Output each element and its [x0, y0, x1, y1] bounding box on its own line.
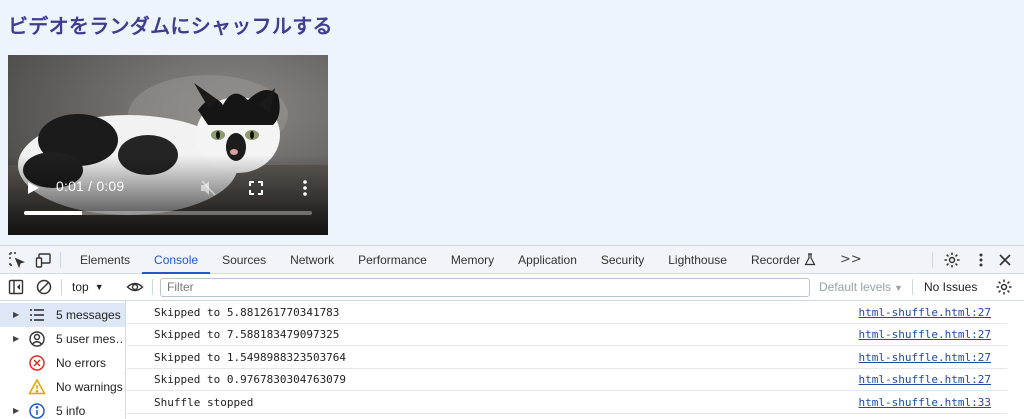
sidebar-item-label: No errors: [56, 356, 107, 370]
devtools-tabbar: Elements Console Sources Network Perform…: [0, 246, 1024, 274]
sidebar-item-label: 5 info: [56, 404, 86, 418]
inspect-element-icon[interactable]: [8, 251, 26, 269]
error-icon: [29, 355, 45, 371]
console-message-text: Skipped to 1.5498988323503764: [154, 351, 347, 364]
console-source-link[interactable]: html-shuffle.html:27: [859, 351, 991, 364]
issues-counter[interactable]: No Issues: [924, 280, 977, 294]
context-label: top: [72, 280, 89, 294]
tab-memory[interactable]: Memory: [439, 246, 506, 274]
console-message-text: Skipped to 7.588183479097325: [154, 328, 340, 341]
console-message-text: Skipped to 5.881261770341783: [154, 306, 340, 319]
video-player[interactable]: 0:01 / 0:09: [8, 55, 328, 235]
video-time: 0:01 / 0:09: [56, 178, 125, 194]
filter-input[interactable]: Filter: [160, 278, 810, 297]
console-source-link[interactable]: html-shuffle.html:27: [859, 328, 991, 341]
chevron-down-icon: ▼: [894, 283, 903, 293]
console-source-link[interactable]: html-shuffle.html:33: [859, 396, 991, 409]
sidebar-item-label: 5 user mes…: [56, 332, 124, 346]
tab-lighthouse[interactable]: Lighthouse: [656, 246, 739, 274]
context-selector[interactable]: top ▼: [72, 280, 104, 294]
sidebar-item-label: 5 messages: [56, 308, 121, 322]
warning-icon: [28, 378, 46, 395]
tab-console[interactable]: Console: [142, 246, 211, 274]
expand-arrow-icon[interactable]: ▶: [13, 334, 19, 343]
console-message: Shuffle stopped html-shuffle.html:33: [127, 391, 1007, 414]
devtools-tabs: Elements Console Sources Network Perform…: [68, 246, 828, 274]
more-tabs-button[interactable]: >>: [840, 252, 862, 267]
user-icon: [29, 331, 45, 347]
list-icon: [30, 309, 44, 321]
info-icon: [29, 403, 45, 419]
muted-icon[interactable]: [199, 179, 217, 197]
sidebar-item-messages[interactable]: ▶ 5 messages: [0, 303, 125, 327]
console-message-text: Skipped to 0.9767830304763079: [154, 373, 347, 386]
eye-icon[interactable]: [126, 278, 144, 296]
settings-gear-icon[interactable]: [943, 251, 961, 269]
play-icon[interactable]: [25, 180, 41, 196]
page-title: ビデオをランダムにシャッフルする: [8, 14, 333, 38]
tab-elements[interactable]: Elements: [68, 246, 142, 274]
sidebar-item-info[interactable]: ▶ 5 info: [0, 399, 125, 419]
close-icon[interactable]: [996, 251, 1014, 269]
video-progress-bar[interactable]: [24, 211, 312, 215]
console-toolbar: top ▼ Filter Default levels ▼ No Issues: [0, 274, 1024, 301]
log-levels-label: Default levels: [819, 280, 892, 294]
console-sidebar: ▶ 5 messages ▶ 5 user mes… No errors No …: [0, 301, 126, 419]
console-message-text: Shuffle stopped: [154, 396, 254, 409]
fullscreen-icon[interactable]: [248, 180, 264, 196]
console-message: Skipped to 0.9767830304763079 html-shuff…: [127, 368, 1007, 391]
console-source-link[interactable]: html-shuffle.html:27: [859, 306, 991, 319]
tab-recorder[interactable]: Recorder: [739, 246, 828, 274]
tab-recorder-label: Recorder: [750, 253, 801, 267]
console-settings-icon[interactable]: [995, 278, 1013, 296]
chevron-down-icon: ▼: [94, 282, 104, 292]
sidebar-toggle-icon[interactable]: [7, 278, 25, 296]
tab-performance[interactable]: Performance: [346, 246, 439, 274]
clear-console-icon[interactable]: [35, 278, 53, 296]
expand-arrow-icon[interactable]: ▶: [13, 406, 19, 415]
device-toolbar-icon[interactable]: [35, 251, 53, 269]
sidebar-item-user-messages[interactable]: ▶ 5 user mes…: [0, 327, 125, 351]
tab-sources[interactable]: Sources: [210, 246, 278, 274]
tab-network[interactable]: Network: [278, 246, 346, 274]
video-progress-fill: [24, 211, 82, 215]
tab-application[interactable]: Application: [506, 246, 589, 274]
expand-arrow-icon[interactable]: ▶: [13, 310, 19, 319]
sidebar-item-warnings[interactable]: No warnings: [0, 375, 125, 399]
console-log-area: Skipped to 5.881261770341783 html-shuffl…: [127, 301, 1024, 419]
sidebar-item-label: No warnings: [56, 380, 123, 394]
console-message: Skipped to 5.881261770341783 html-shuffl…: [127, 301, 1007, 324]
console-message: Skipped to 7.588183479097325 html-shuffl…: [127, 323, 1007, 346]
devtools-panel: Elements Console Sources Network Perform…: [0, 245, 1024, 419]
flask-icon: [804, 253, 816, 266]
sidebar-item-errors[interactable]: No errors: [0, 351, 125, 375]
log-levels-dropdown[interactable]: Default levels ▼: [819, 280, 903, 294]
kebab-menu-icon[interactable]: [972, 251, 990, 269]
console-message: Skipped to 1.5498988323503764 html-shuff…: [127, 346, 1007, 369]
console-source-link[interactable]: html-shuffle.html:27: [859, 373, 991, 386]
tab-security[interactable]: Security: [589, 246, 656, 274]
more-vert-icon[interactable]: [297, 179, 313, 197]
